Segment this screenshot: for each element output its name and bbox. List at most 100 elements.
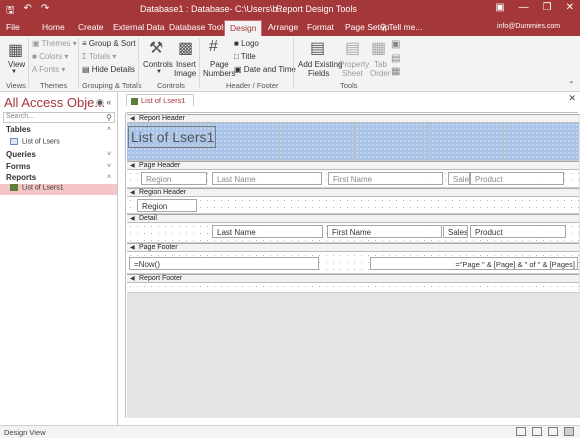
title-icon: □ — [234, 52, 241, 61]
nav-menu-icon[interactable]: ◉ — [96, 97, 104, 107]
band-marker-icon: ◀ — [130, 190, 135, 196]
vertical-ruler — [120, 113, 126, 418]
tab-database-tools[interactable]: Database Tools — [169, 22, 227, 32]
band-report-header[interactable]: ◀ Report Header — [127, 114, 579, 123]
group-controls: Controls — [157, 81, 185, 90]
restore-icon[interactable]: ❐ — [543, 2, 552, 13]
report-view-icon[interactable] — [516, 427, 526, 436]
section-region-header[interactable]: Region — [127, 197, 579, 214]
tab-format[interactable]: Format — [307, 22, 334, 32]
controls-button[interactable]: Controls — [143, 60, 173, 69]
nav-section-forms[interactable]: Forms — [6, 162, 30, 171]
tab-file[interactable]: File — [6, 22, 20, 32]
subform-icon[interactable]: ▣ — [391, 39, 400, 50]
section-report-header[interactable]: List of Lsers1 — [127, 123, 579, 161]
design-view-icon[interactable] — [564, 427, 574, 436]
nav-section-reports[interactable]: Reports — [6, 173, 36, 182]
nav-search-input[interactable]: Search... ⚲ — [3, 112, 115, 123]
label-last-name[interactable]: Last Name — [212, 172, 322, 185]
ribbon-separator — [293, 38, 294, 88]
band-detail[interactable]: ◀ Detail — [127, 214, 579, 223]
label-region[interactable]: Region — [141, 172, 207, 185]
document-tab[interactable]: List of Lsers1 — [126, 94, 194, 106]
band-report-footer[interactable]: ◀ Report Footer — [127, 274, 579, 283]
add-fields-label-2[interactable]: Fields — [308, 69, 329, 78]
colors-button[interactable]: ■ Colors ▾ — [32, 52, 68, 61]
hide-details-button[interactable]: ▤ Hide Details — [82, 65, 135, 74]
undo-icon[interactable]: ↶ — [24, 3, 32, 20]
section-page-footer[interactable]: =Now() ="Page " & [Page] & " of " & [Pag… — [127, 252, 579, 274]
date-time-button[interactable]: ▣ Date and Time — [234, 65, 296, 74]
close-document-icon[interactable]: ✕ — [568, 93, 576, 104]
band-page-footer[interactable]: ◀ Page Footer — [127, 243, 579, 252]
tab-arrange[interactable]: Arrange — [268, 22, 298, 32]
section-report-footer[interactable] — [127, 283, 579, 293]
label-sales[interactable]: Sales — [448, 172, 470, 185]
layout-view-icon[interactable] — [548, 427, 558, 436]
save-icon[interactable]: 🖫 — [6, 3, 15, 20]
print-preview-icon[interactable] — [532, 427, 542, 436]
nav-pane-controls[interactable]: ◉ « — [96, 97, 111, 108]
tab-external-data[interactable]: External Data — [113, 22, 165, 32]
themes-button[interactable]: ▣ Themes ▾ — [32, 39, 77, 48]
redo-icon[interactable]: ↷ — [41, 3, 49, 20]
property-sheet-label-1[interactable]: Property — [339, 60, 369, 69]
minimize-icon[interactable]: — — [519, 2, 529, 13]
design-canvas[interactable]: ◀ Report Header List of Lsers1 ◀ Page Head… — [127, 114, 580, 418]
themes-icon: ▣ — [32, 39, 42, 48]
fonts-button[interactable]: A Fonts ▾ — [32, 65, 65, 74]
field-product[interactable]: Product — [470, 225, 566, 238]
horizontal-ruler — [126, 107, 578, 113]
section-detail[interactable]: Last Name First Name Sales Product — [127, 223, 579, 243]
chevron-up-icon[interactable]: ˄ — [107, 126, 111, 133]
view-code-icon[interactable]: ▤ — [391, 53, 400, 64]
band-region-header[interactable]: ◀ Region Header — [127, 188, 579, 197]
tab-create[interactable]: Create — [78, 22, 104, 32]
tab-home[interactable]: Home — [42, 22, 65, 32]
tab-design[interactable]: Design — [224, 20, 263, 36]
tab-order-label-1[interactable]: Tab — [374, 60, 387, 69]
field-page-number[interactable]: ="Page " & [Page] & " of " & [Pages] — [370, 257, 578, 270]
add-fields-label-1[interactable]: Add Existing — [298, 60, 342, 69]
nav-pane-title[interactable]: All Access Obje... — [4, 95, 105, 110]
account-label[interactable]: info@Dummies.com — [497, 23, 560, 30]
field-sales[interactable]: Sales — [443, 225, 468, 238]
shutter-bar-icon[interactable]: « — [106, 97, 111, 107]
convert-macros-icon[interactable]: ▦ — [391, 66, 400, 77]
field-first-name[interactable]: First Name — [327, 225, 442, 238]
label-product[interactable]: Product — [470, 172, 564, 185]
nav-section-queries[interactable]: Queries — [6, 150, 36, 159]
chevron-down-icon[interactable]: ˅ — [107, 151, 111, 158]
insert-image-label-2[interactable]: Image — [174, 69, 196, 78]
nav-item-report[interactable]: List of Lsers1 — [0, 184, 117, 195]
field-last-name[interactable]: Last Name — [212, 225, 323, 238]
chevron-down-icon[interactable]: ˅ — [107, 163, 111, 170]
label-first-name[interactable]: First Name — [328, 172, 443, 185]
logo-button[interactable]: ■ Logo — [234, 39, 259, 48]
tab-order-label-2[interactable]: Order — [370, 69, 390, 78]
title-button[interactable]: □ Title — [234, 52, 256, 61]
section-page-header[interactable]: Region Last Name First Name Sales Produc… — [127, 170, 579, 188]
collapse-ribbon-icon[interactable]: ⌃ — [568, 80, 575, 89]
close-icon[interactable]: ✕ — [566, 2, 574, 13]
view-button[interactable]: View — [8, 60, 25, 69]
group-sort-button[interactable]: ≡ Group & Sort — [82, 39, 136, 48]
nav-section-tables[interactable]: Tables — [6, 125, 31, 134]
band-marker-icon: ◀ — [130, 163, 135, 169]
insert-image-label-1[interactable]: Insert — [176, 60, 196, 69]
ribbon-display-icon[interactable]: ▣ — [495, 2, 504, 13]
totals-button[interactable]: Σ Totals ▾ — [82, 52, 116, 61]
property-sheet-label-2[interactable]: Sheet — [342, 69, 363, 78]
nav-item-table[interactable]: List of Lsers — [10, 138, 60, 145]
field-date-now[interactable]: =Now() — [129, 257, 319, 270]
property-sheet-icon: ▤ — [345, 40, 361, 57]
chevron-up-icon[interactable]: ˄ — [107, 174, 111, 181]
tell-me-box[interactable]: ⚲ Tell me... — [380, 22, 422, 33]
page-numbers-label-1[interactable]: Page — [210, 60, 229, 69]
report-icon — [131, 97, 138, 105]
band-page-header[interactable]: ◀ Page Header — [127, 161, 579, 170]
page-numbers-label-2[interactable]: Numbers — [203, 69, 235, 78]
field-region[interactable]: Region — [137, 199, 197, 212]
report-design-surface[interactable]: ◀ Report Header List of Lsers1 ◀ Page Head… — [127, 114, 579, 293]
report-title[interactable]: List of Lsers1 — [128, 126, 216, 148]
